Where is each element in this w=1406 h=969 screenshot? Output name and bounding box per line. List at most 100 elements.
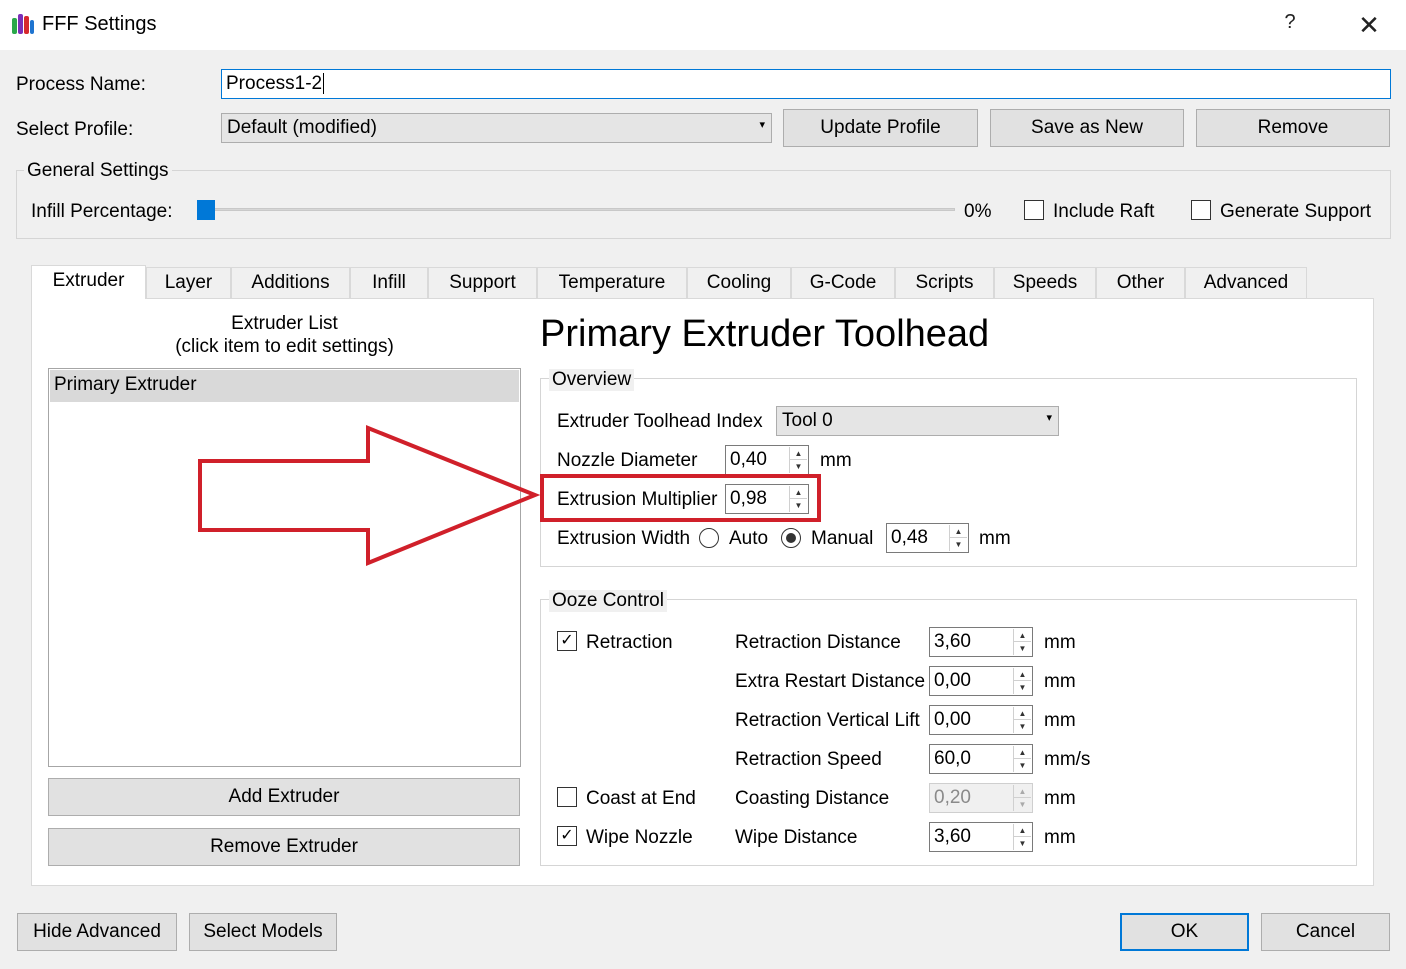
tab-advanced[interactable]: Advanced bbox=[1185, 267, 1307, 299]
spin-up-icon[interactable]: ▲ bbox=[1014, 707, 1031, 720]
retraction-checkbox[interactable]: ✓ bbox=[557, 631, 577, 651]
process-name-value: Process1-2 bbox=[226, 73, 323, 94]
list-item[interactable]: Primary Extruder bbox=[50, 370, 519, 402]
retraction-distance-unit: mm bbox=[1044, 632, 1076, 653]
nozzle-diameter-label: Nozzle Diameter bbox=[557, 450, 698, 471]
tab-infill[interactable]: Infill bbox=[350, 267, 428, 299]
extrusion-width-stepper[interactable]: 0,48 ▲ ▼ bbox=[886, 523, 969, 553]
retraction-label: Retraction bbox=[586, 632, 673, 653]
extrusion-multiplier-value: 0,98 bbox=[730, 488, 767, 509]
extrusion-width-label: Extrusion Width bbox=[557, 528, 691, 549]
coasting-distance-value: 0,20 bbox=[934, 787, 971, 808]
generate-support-checkbox[interactable] bbox=[1191, 200, 1211, 220]
spin-down-icon[interactable]: ▼ bbox=[1014, 720, 1031, 733]
spin-down-icon[interactable]: ▼ bbox=[790, 460, 807, 473]
include-raft-checkbox[interactable] bbox=[1024, 200, 1044, 220]
spin-up-icon[interactable]: ▲ bbox=[790, 447, 807, 460]
spin-down-icon[interactable]: ▼ bbox=[1014, 681, 1031, 694]
wipe-distance-label: Wipe Distance bbox=[735, 827, 858, 848]
extra-restart-distance-label: Extra Restart Distance bbox=[735, 671, 926, 692]
update-profile-button[interactable]: Update Profile bbox=[783, 109, 978, 147]
spin-down-icon[interactable]: ▼ bbox=[1014, 642, 1031, 655]
cancel-button[interactable]: Cancel bbox=[1261, 913, 1390, 951]
tab-scripts[interactable]: Scripts bbox=[895, 267, 994, 299]
retraction-distance-stepper[interactable]: 3,60 ▲ ▼ bbox=[929, 627, 1033, 657]
save-as-new-button[interactable]: Save as New bbox=[990, 109, 1184, 147]
profile-select[interactable]: Default (modified) ▾ bbox=[221, 113, 772, 143]
wipe-distance-value: 3,60 bbox=[934, 826, 971, 847]
tab-extruder[interactable]: Extruder bbox=[31, 265, 146, 299]
help-button[interactable]: ? bbox=[1276, 11, 1304, 39]
add-extruder-button[interactable]: Add Extruder bbox=[48, 778, 520, 816]
select-models-button[interactable]: Select Models bbox=[189, 913, 337, 951]
extra-restart-distance-stepper[interactable]: 0,00 ▲ ▼ bbox=[929, 666, 1033, 696]
retraction-vertical-lift-stepper[interactable]: 0,00 ▲ ▼ bbox=[929, 705, 1033, 735]
extra-restart-distance-unit: mm bbox=[1044, 671, 1076, 692]
spin-down-icon[interactable]: ▼ bbox=[1014, 837, 1031, 850]
toolhead-index-label: Extruder Toolhead Index bbox=[557, 411, 763, 432]
retraction-speed-stepper[interactable]: 60,0 ▲ ▼ bbox=[929, 744, 1033, 774]
extrusion-width-value: 0,48 bbox=[891, 527, 928, 548]
toolhead-heading: Primary Extruder Toolhead bbox=[540, 313, 990, 355]
ok-button[interactable]: OK bbox=[1120, 913, 1249, 951]
extrusion-width-auto-label: Auto bbox=[729, 528, 769, 549]
tab-temperature[interactable]: Temperature bbox=[537, 267, 687, 299]
wipe-nozzle-label: Wipe Nozzle bbox=[586, 827, 693, 848]
spin-up-icon[interactable]: ▲ bbox=[1014, 629, 1031, 642]
include-raft-label: Include Raft bbox=[1053, 201, 1155, 222]
coasting-distance-label: Coasting Distance bbox=[735, 788, 890, 809]
spin-down-icon[interactable]: ▼ bbox=[790, 499, 807, 512]
window-title: FFF Settings bbox=[42, 13, 157, 35]
process-name-label: Process Name: bbox=[16, 74, 146, 95]
tab-cooling[interactable]: Cooling bbox=[687, 267, 791, 299]
tab-layer[interactable]: Layer bbox=[146, 267, 231, 299]
tab-other[interactable]: Other bbox=[1096, 267, 1185, 299]
spin-up-icon: ▲ bbox=[1014, 785, 1031, 798]
retraction-speed-label: Retraction Speed bbox=[735, 749, 882, 770]
extruder-list-title: Extruder List bbox=[231, 313, 338, 334]
remove-extruder-button[interactable]: Remove Extruder bbox=[48, 828, 520, 866]
coast-at-end-checkbox[interactable] bbox=[557, 787, 577, 807]
wipe-distance-unit: mm bbox=[1044, 827, 1076, 848]
nozzle-diameter-unit: mm bbox=[820, 450, 852, 471]
wipe-nozzle-checkbox[interactable]: ✓ bbox=[557, 826, 577, 846]
profile-select-value: Default (modified) bbox=[227, 117, 377, 138]
close-icon[interactable]: ✕ bbox=[1354, 11, 1384, 41]
extrusion-width-unit: mm bbox=[979, 528, 1011, 549]
hide-advanced-button[interactable]: Hide Advanced bbox=[17, 913, 177, 951]
extrusion-multiplier-stepper[interactable]: 0,98 ▲ ▼ bbox=[725, 484, 809, 514]
spin-up-icon[interactable]: ▲ bbox=[1014, 824, 1031, 837]
spin-up-icon[interactable]: ▲ bbox=[790, 486, 807, 499]
select-profile-label: Select Profile: bbox=[16, 119, 134, 140]
spin-up-icon[interactable]: ▲ bbox=[1014, 746, 1031, 759]
extrusion-width-auto-radio[interactable] bbox=[699, 528, 719, 548]
overview-title: Overview bbox=[549, 369, 635, 391]
tab-gcode[interactable]: G-Code bbox=[791, 267, 895, 299]
spin-down-icon[interactable]: ▼ bbox=[1014, 759, 1031, 772]
retraction-vertical-lift-value: 0,00 bbox=[934, 709, 971, 730]
infill-percentage-label: Infill Percentage: bbox=[31, 201, 173, 222]
toolhead-index-select[interactable]: Tool 0 ▾ bbox=[776, 406, 1059, 436]
nozzle-diameter-stepper[interactable]: 0,40 ▲ ▼ bbox=[725, 445, 809, 475]
infill-slider-handle[interactable] bbox=[197, 200, 215, 220]
extruder-list[interactable]: Primary Extruder bbox=[48, 368, 521, 767]
general-settings-title: General Settings bbox=[24, 160, 172, 182]
process-name-input[interactable]: Process1-2 bbox=[221, 69, 1391, 99]
chevron-down-icon: ▾ bbox=[759, 119, 765, 131]
extruder-list-hint: (click item to edit settings) bbox=[175, 336, 394, 357]
title-bar bbox=[0, 0, 1406, 50]
spin-up-icon[interactable]: ▲ bbox=[950, 525, 967, 538]
tab-additions[interactable]: Additions bbox=[231, 267, 350, 299]
tab-speeds[interactable]: Speeds bbox=[994, 267, 1096, 299]
spin-up-icon[interactable]: ▲ bbox=[1014, 668, 1031, 681]
app-icon bbox=[10, 12, 36, 38]
remove-profile-button[interactable]: Remove bbox=[1196, 109, 1390, 147]
extrusion-multiplier-label: Extrusion Multiplier bbox=[557, 489, 718, 510]
tab-support[interactable]: Support bbox=[428, 267, 537, 299]
infill-slider-track[interactable] bbox=[200, 208, 955, 211]
infill-percentage-value: 0% bbox=[964, 201, 992, 222]
extrusion-width-manual-radio[interactable] bbox=[781, 528, 801, 548]
wipe-distance-stepper[interactable]: 3,60 ▲ ▼ bbox=[929, 822, 1033, 852]
toolhead-index-value: Tool 0 bbox=[782, 410, 833, 431]
spin-down-icon[interactable]: ▼ bbox=[950, 538, 967, 551]
